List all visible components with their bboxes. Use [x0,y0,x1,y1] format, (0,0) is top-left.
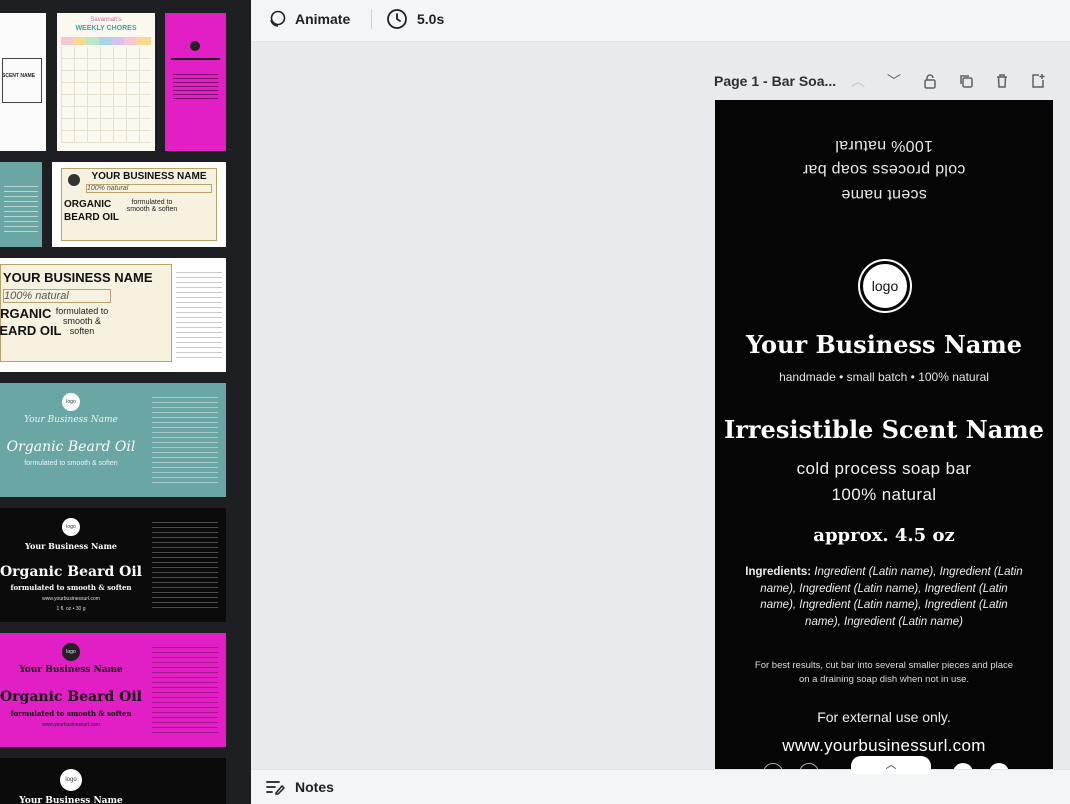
notes-button[interactable]: Notes [265,778,334,796]
lock-icon[interactable] [920,71,940,91]
thumb-black-business: Your Business Name [24,541,118,551]
template-thumb-weekly-chores[interactable]: Savannah's WEEKLY CHORES [57,13,155,151]
thumb-teal-beard: Organic Beard Oil [6,439,136,455]
thumb-magenta-business: Your Business Name [19,665,123,675]
template-thumb-beard-oil-wide[interactable]: YOUR BUSINESS NAME 100% natural ORGANIC … [0,258,226,372]
top-toolbar: Animate 5.0s [251,0,1070,42]
thumb-wide-business-name: YOUR BUSINESS NAME [3,270,153,285]
thumb-magenta-logo: logo [62,643,80,661]
clock-icon [387,9,407,29]
thumb-magenta-formulated: formulated to smooth & soften [10,709,132,718]
thumb-wide-natural: 100% natural [3,289,111,303]
ingredients-heading: Ingredients: [745,566,812,578]
scent-name[interactable]: Irresistible Scent Name [715,415,1053,444]
animate-label: Animate [295,11,351,27]
thumb-beard-oil: BEARD OIL [64,212,119,223]
product-natural[interactable]: 100% natural [715,485,1053,505]
template-thumb-black-beard-oil[interactable]: logo Your Business Name Organic Beard Oi… [0,508,226,622]
notes-label: Notes [295,779,334,795]
thumb-teal-logo: logo [62,393,80,411]
duplicate-page-icon[interactable] [956,71,976,91]
ingredients-line-3: name), Ingredient (Latin name), Ingredie… [760,599,1008,611]
chevron-up-icon[interactable]: ︿ [848,71,868,91]
thumb-natural: 100% natural [86,184,212,193]
thumb-business-name: YOUR BUSINESS NAME [91,171,207,182]
template-thumb-beard-oil-cream[interactable]: YOUR BUSINESS NAME 100% natural ORGANIC … [52,162,226,247]
business-name[interactable]: Your Business Name [715,330,1053,359]
thumb-magenta-url: www.yourbusinessurl.com [42,722,100,728]
page-header: Page 1 - Bar Soa... ︿ ﹀ [714,68,1054,96]
upside-line-natural: 100% natural [835,137,933,154]
thumb-teal-formulated: formulated to smooth & soften [24,460,118,467]
template-thumb-black-partial[interactable]: logo Your Business Name [0,758,226,804]
upside-line-process: cold process soap bar [802,161,966,178]
add-page-icon[interactable] [1028,71,1048,91]
thumb-partial-business: Your Business Name [19,796,123,804]
instructions-line-2[interactable]: on a draining soap dish when not in use. [715,674,1053,685]
logo-placeholder[interactable]: logo [860,261,910,311]
chevron-up-small-icon: ︿ [885,759,897,771]
template-panel: SCENT NAME Savannah's WEEKLY CHORES YOUR… [0,0,251,804]
tagline[interactable]: handmade • small batch • 100% natural [715,370,1053,384]
thumb-wide-organic: ORGANIC [0,306,52,321]
template-thumb-magenta-label[interactable] [165,13,226,151]
external-use-note[interactable]: For external use only. [715,709,1053,725]
product-type[interactable]: cold process soap bar [715,459,1053,479]
soap-label-design[interactable]: 100% natural cold process soap bar scent… [715,100,1053,769]
ingredients-block[interactable]: Ingredients: Ingredient (Latin name), In… [733,564,1035,630]
thumb-black-beard: Organic Beard Oil [0,564,142,580]
weight[interactable]: approx. 4.5 oz [715,525,1053,546]
thumb-teal-business: Your Business Name [24,415,118,425]
thumb-partial-logo: logo [60,769,82,791]
thumb-chores-title: WEEKLY CHORES [75,25,137,32]
template-thumb-scent-label[interactable]: SCENT NAME [0,13,46,151]
thumb-formulated: formulated to smooth & soften [126,199,178,213]
template-thumb-teal-small[interactable] [0,162,42,247]
thumb-organic: ORGANIC [64,199,112,210]
template-thumb-magenta-beard-oil[interactable]: logo Your Business Name Organic Beard Oi… [0,633,226,747]
ingredients-line-2: name), Ingredient (Latin name), Ingredie… [760,582,1008,595]
duration-button[interactable]: 5.0s [386,0,444,38]
duration-label: 5.0s [417,11,445,27]
business-url[interactable]: www.yourbusinessurl.com [715,736,1053,756]
bottom-bar: Notes [251,769,1070,804]
upside-line-scent: scent name [841,186,927,203]
notes-icon [266,781,285,795]
page-title[interactable]: Page 1 - Bar Soa... [714,73,836,89]
trash-icon[interactable] [992,71,1012,91]
thumb-black-url: www.yourbusinessurl.com [42,596,100,602]
thumb-chores-name: Savannah's [90,17,122,23]
thumb-black-logo: logo [62,518,80,536]
ingredients-line-1: Ingredient (Latin name), Ingredient (Lat… [814,566,1023,578]
instructions-line-1[interactable]: For best results, cut bar into several s… [715,660,1053,671]
toolbar-divider [371,9,372,29]
template-thumb-teal-beard-oil[interactable]: logo Your Business Name Organic Beard Oi… [0,383,226,497]
ingredients-line-4: name), Ingredient (Latin name) [805,615,963,628]
expand-pages-button[interactable]: ︿ [851,756,931,774]
thumb-black-qty: 1 fl. oz • 30 g [56,606,86,612]
chevron-down-icon[interactable]: ﹀ [884,71,904,91]
thumb-magenta-beard: Organic Beard Oil [0,689,142,705]
thumb-wide-formulated: formulated to smooth & soften [55,306,109,336]
animate-button[interactable]: Animate [267,0,350,38]
thumb-black-formulated: formulated to smooth & soften [10,583,132,592]
animate-icon [270,10,286,27]
